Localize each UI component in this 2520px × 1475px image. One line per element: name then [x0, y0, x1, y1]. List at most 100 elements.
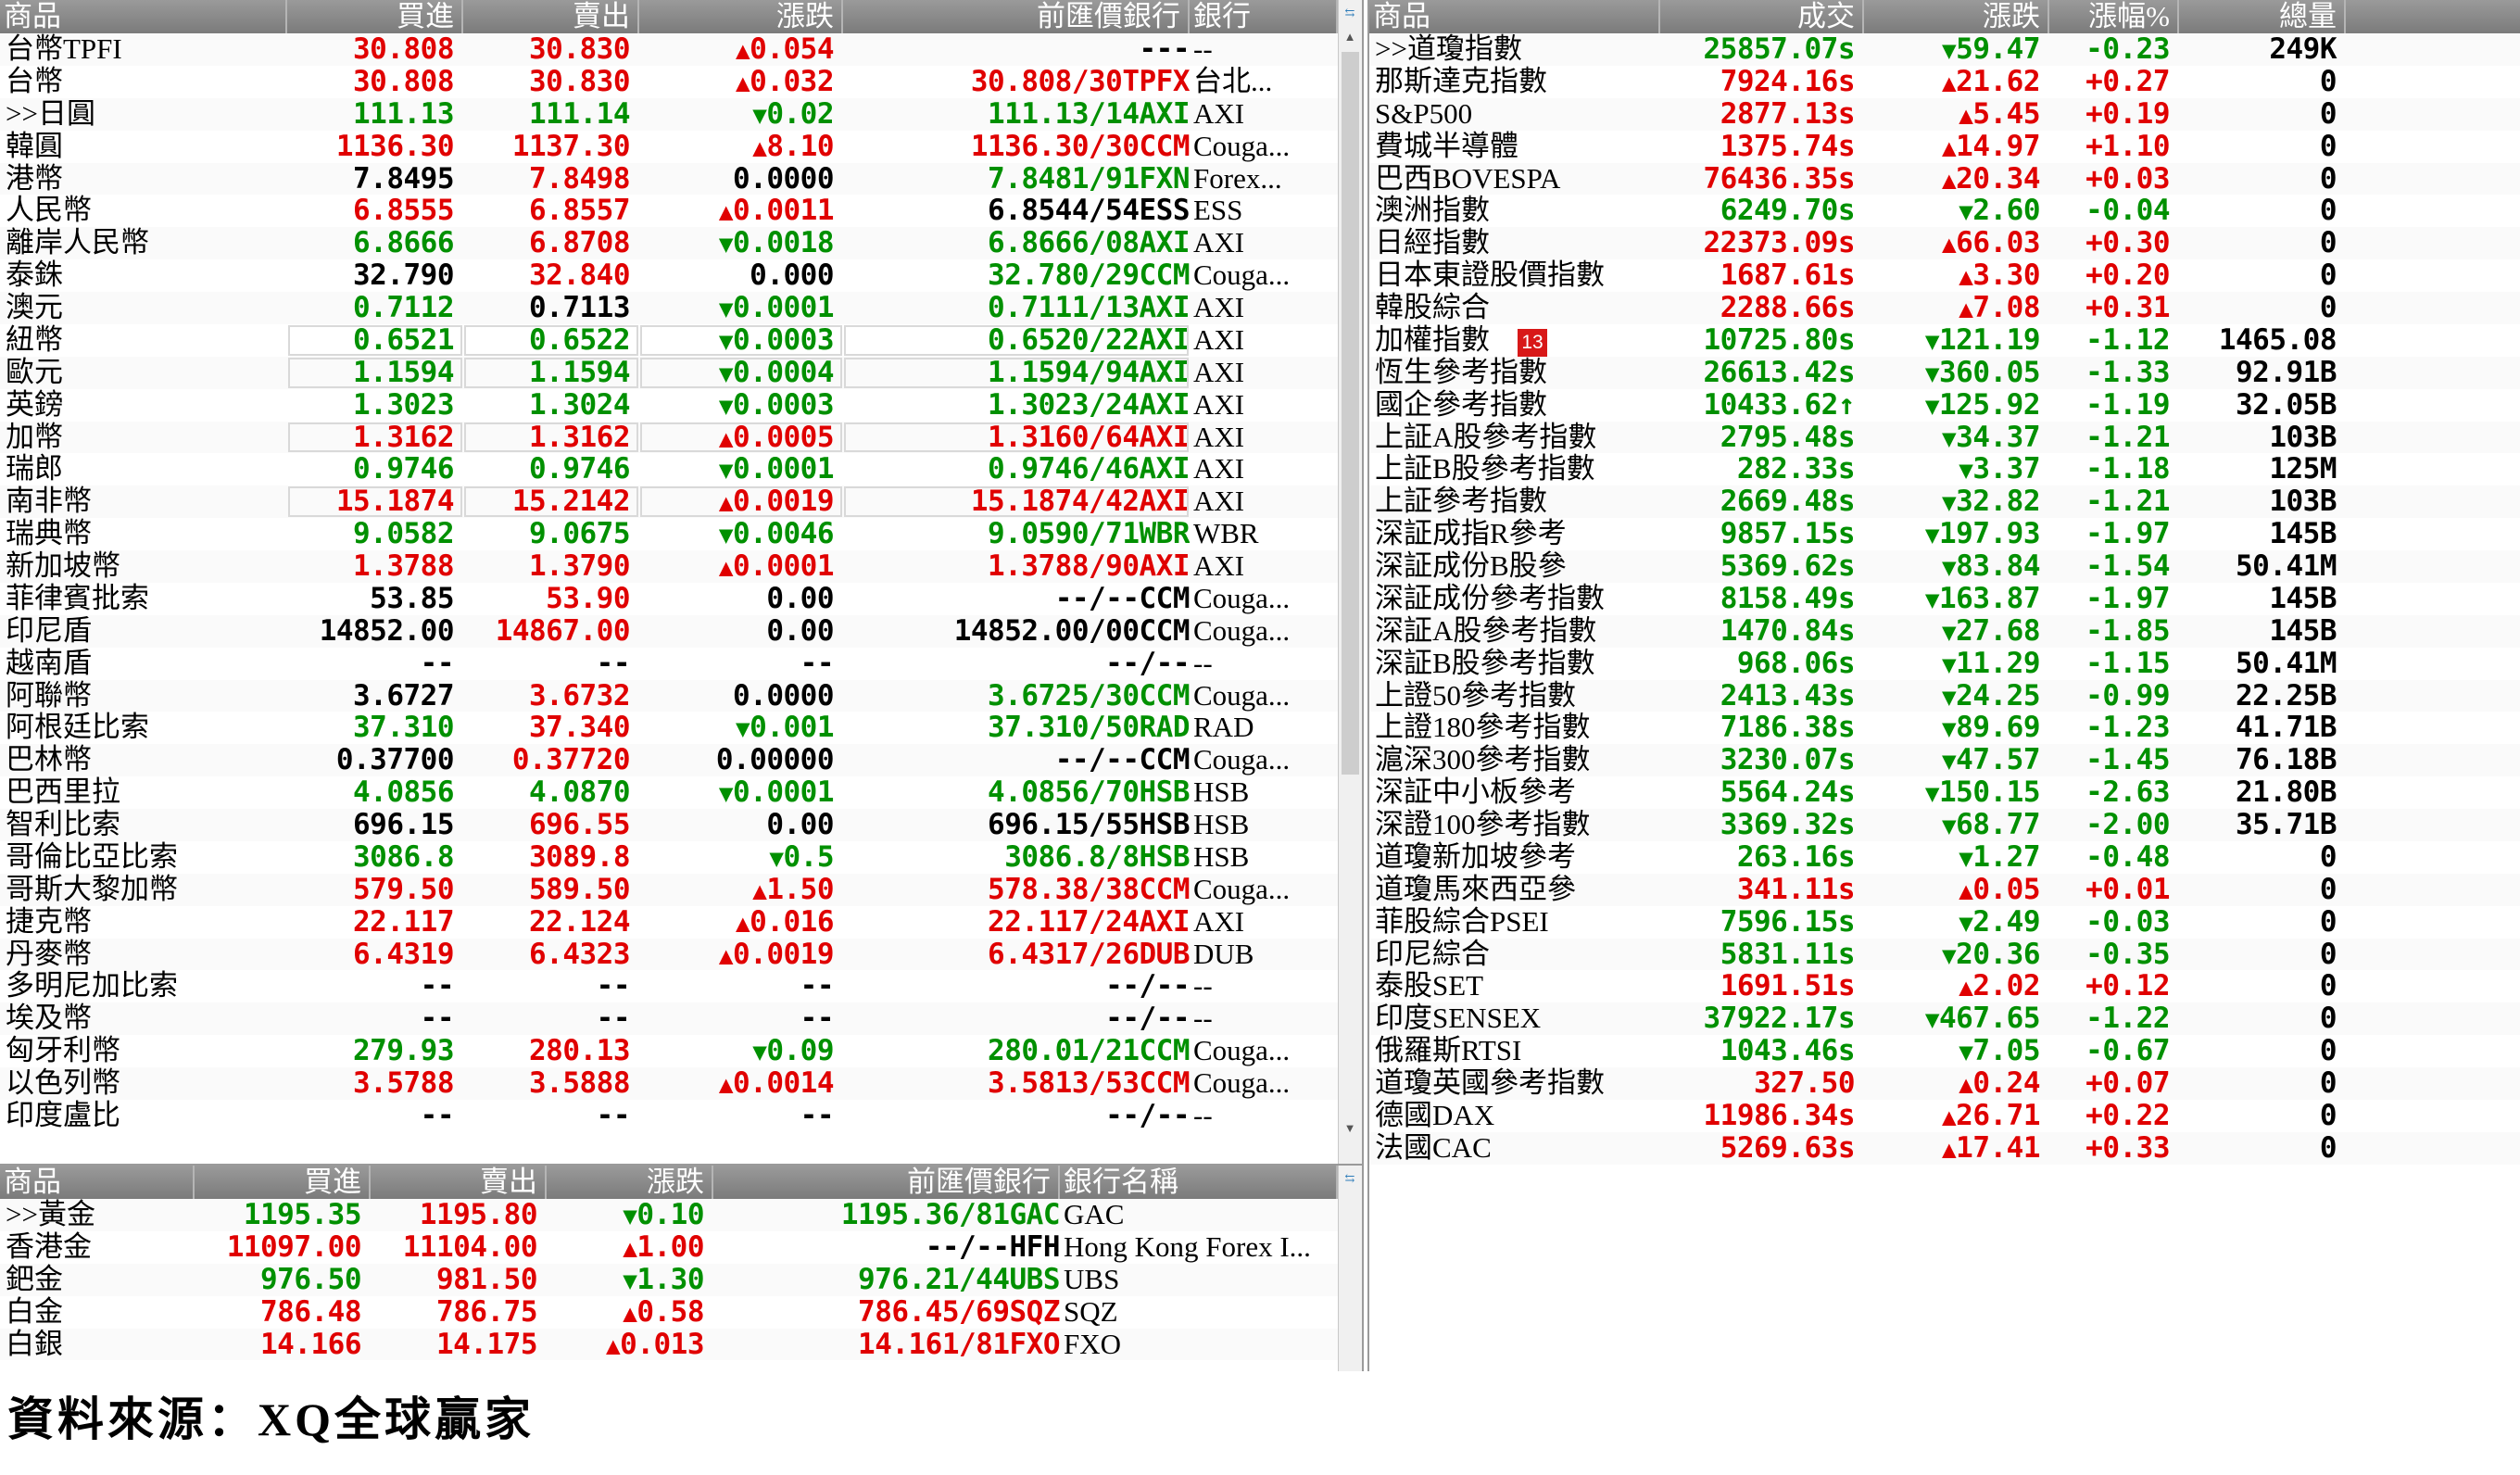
row-name[interactable]: 澳洲指數	[1369, 195, 1660, 227]
row-name[interactable]: 白金	[0, 1296, 195, 1329]
index-row[interactable]: 深証B股參考指數 968.06s ▼11.29 -1.15 50.41M	[1369, 648, 2520, 680]
row-name[interactable]: 白銀	[0, 1329, 195, 1361]
quote-row[interactable]: 以色列幣 3.5788 3.5888 ▲0.0014 3.5813/53CCM Couga…	[0, 1067, 1338, 1100]
quote-row[interactable]: 人民幣 6.8555 6.8557 ▲0.0011 6.8544/54ESS ESS	[0, 195, 1338, 227]
index-row[interactable]: 深証成指R參考 9857.15s ▼197.93 -1.97 145B	[1369, 518, 2520, 550]
scroll-up-icon[interactable]: ▲	[1341, 28, 1359, 46]
row-name[interactable]: >>道瓊指數	[1369, 33, 1660, 66]
index-row[interactable]: 澳洲指數 6249.70s ▼2.60 -0.04 0	[1369, 195, 2520, 227]
quote-row[interactable]: 港幣 7.8495 7.8498 0.0000 7.8481/91FXN Forex...	[0, 162, 1338, 195]
index-row[interactable]: 韓股綜合 2288.66s ▲7.08 +0.31 0	[1369, 292, 2520, 324]
row-name[interactable]: 南非幣	[0, 485, 287, 518]
row-name[interactable]: 巴西里拉	[0, 776, 287, 809]
row-name[interactable]: 日經指數	[1369, 227, 1660, 259]
index-row[interactable]: 加權指數 13 10725.80s ▼121.19 -1.12 1465.08	[1369, 324, 2520, 357]
metals-col-ask[interactable]: 賣出	[371, 1166, 547, 1199]
quote-row[interactable]: 阿根廷比索 37.310 37.340 ▼0.001 37.310/50RAD RAD	[0, 712, 1338, 744]
index-row[interactable]: 國企參考指數 10433.62↑ ▼125.92 -1.19 32.05B	[1369, 389, 2520, 422]
row-name[interactable]: 多明尼加比索	[0, 970, 287, 1002]
quote-row[interactable]: 埃及幣 -- -- -- --/-- --	[0, 1002, 1338, 1036]
row-name[interactable]: 日本東證股價指數	[1369, 259, 1660, 292]
row-name[interactable]: 台幣TPFI	[0, 33, 287, 66]
row-name[interactable]: 捷克幣	[0, 906, 287, 939]
index-row[interactable]: 印度SENSEX 37922.17s ▼467.65 -1.22 0	[1369, 1002, 2520, 1036]
index-row[interactable]: 上證180參考指數 7186.38s ▼89.69 -1.23 41.71B	[1369, 712, 2520, 744]
index-row[interactable]: 那斯達克指數 7924.16s ▲21.62 +0.27 0	[1369, 66, 2520, 98]
row-name[interactable]: 韓股綜合	[1369, 292, 1660, 324]
quote-row[interactable]: 白金 786.48 786.75 ▲0.58 786.45/69SQZ SQZ	[0, 1296, 1338, 1329]
row-name[interactable]: 印尼綜合	[1369, 939, 1660, 971]
quote-row[interactable]: 新加坡幣 1.3788 1.3790 ▲0.0001 1.3788/90AXI AXI	[0, 550, 1338, 583]
alert-badge[interactable]: 13	[1518, 328, 1547, 357]
index-row[interactable]: 深証A股參考指數 1470.84s ▼27.68 -1.85 145B	[1369, 614, 2520, 648]
index-row[interactable]: 滬深300參考指數 3230.07s ▼47.57 -1.45 76.18B	[1369, 744, 2520, 777]
row-name[interactable]: 印度盧比	[0, 1100, 287, 1132]
row-name[interactable]: 阿根廷比索	[0, 712, 287, 744]
row-name[interactable]: 上證180參考指數	[1369, 712, 1660, 744]
row-name[interactable]: 台幣	[0, 66, 287, 98]
metals-col-prev[interactable]: 前匯價銀行	[713, 1166, 1060, 1199]
quote-row[interactable]: >>黃金 1195.35 1195.80 ▼0.10 1195.36/81GAC GAC	[0, 1199, 1338, 1231]
fx-col-name[interactable]: 商品	[0, 0, 287, 33]
quote-row[interactable]: 韓圓 1136.30 1137.30 ▲8.10 1136.30/30CCM Couga.…	[0, 131, 1338, 163]
index-row[interactable]: 深証成份B股參 5369.62s ▼83.84 -1.54 50.41M	[1369, 550, 2520, 583]
row-name[interactable]: 俄羅斯RTSI	[1369, 1035, 1660, 1067]
row-name[interactable]: 深証A股參考指數	[1369, 615, 1660, 648]
row-name[interactable]: 恆生參考指數	[1369, 357, 1660, 389]
row-name[interactable]: 那斯達克指數	[1369, 66, 1660, 98]
metals-scrollbar[interactable]: ⇆	[1338, 1166, 1362, 1371]
quote-row[interactable]: 加幣 1.3162 1.3162 ▲0.0005 1.3160/64AXI AXI	[0, 421, 1338, 454]
row-name[interactable]: 越南盾	[0, 648, 287, 680]
scroll-down-icon[interactable]: ▼	[1341, 1119, 1359, 1138]
index-col-change[interactable]: 漲跌	[1864, 0, 2049, 33]
row-name[interactable]: >>黃金	[0, 1199, 195, 1231]
quote-row[interactable]: 菲律賓批索 53.85 53.90 0.00 --/--CCM Couga...	[0, 583, 1338, 615]
row-name[interactable]: 加幣	[0, 422, 287, 454]
fx-col-prev[interactable]: 前匯價銀行	[843, 0, 1190, 33]
index-row[interactable]: 上証參考指數 2669.48s ▼32.82 -1.21 103B	[1369, 485, 2520, 519]
row-name[interactable]: 阿聯幣	[0, 680, 287, 712]
quote-row[interactable]: 多明尼加比索 -- -- -- --/-- --	[0, 970, 1338, 1002]
metals-col-bid[interactable]: 買進	[195, 1166, 371, 1199]
quote-row[interactable]: 智利比索 696.15 696.55 0.00 696.15/55HSB HSB	[0, 809, 1338, 841]
row-name[interactable]: 上証B股參考指數	[1369, 453, 1660, 485]
row-name[interactable]: 新加坡幣	[0, 550, 287, 583]
quote-row[interactable]: 澳元 0.7112 0.7113 ▼0.0001 0.7111/13AXI AXI	[0, 292, 1338, 324]
metals-col-bank[interactable]: 銀行名稱	[1060, 1166, 1338, 1199]
metals-col-change[interactable]: 漲跌	[547, 1166, 713, 1199]
index-row[interactable]: 巴西BOVESPA 76436.35s ▲20.34 +0.03 0	[1369, 162, 2520, 195]
fx-scroll-thumb[interactable]	[1342, 52, 1359, 775]
index-row[interactable]: 深証成份參考指數 8158.49s ▼163.87 -1.97 145B	[1369, 583, 2520, 615]
row-name[interactable]: 德國DAX	[1369, 1100, 1660, 1132]
row-name[interactable]: 澳元	[0, 292, 287, 324]
quote-row[interactable]: 離岸人民幣 6.8666 6.8708 ▼0.0018 6.8666/08AXI AXI	[0, 227, 1338, 260]
row-name[interactable]: 丹麥幣	[0, 939, 287, 971]
row-name[interactable]: 離岸人民幣	[0, 227, 287, 259]
fx-col-change[interactable]: 漲跌	[639, 0, 843, 33]
index-row[interactable]: 上証A股參考指數 2795.48s ▼34.37 -1.21 103B	[1369, 421, 2520, 454]
row-name[interactable]: 深証B股參考指數	[1369, 648, 1660, 680]
quote-row[interactable]: 捷克幣 22.117 22.124 ▲0.016 22.117/24AXI AXI	[0, 906, 1338, 939]
quote-row[interactable]: 丹麥幣 6.4319 6.4323 ▲0.0019 6.4317/26DUB DUB	[0, 938, 1338, 971]
index-row[interactable]: 日經指數 22373.09s ▲66.03 +0.30 0	[1369, 227, 2520, 260]
index-row[interactable]: 日本東證股價指數 1687.61s ▲3.30 +0.20 0	[1369, 259, 2520, 292]
row-name[interactable]: 鈀金	[0, 1264, 195, 1296]
row-name[interactable]: 印度SENSEX	[1369, 1002, 1660, 1035]
row-name[interactable]: 深証成指R參考	[1369, 518, 1660, 550]
index-row[interactable]: 深證100參考指數 3369.32s ▼68.77 -2.00 35.71B	[1369, 809, 2520, 841]
quote-row[interactable]: 台幣 30.808 30.830 ▲0.032 30.808/30TPFX 台北...	[0, 66, 1338, 98]
row-name[interactable]: 印尼盾	[0, 615, 287, 648]
row-name[interactable]: 深證100參考指數	[1369, 809, 1660, 841]
quote-row[interactable]: 紐幣 0.6521 0.6522 ▼0.0003 0.6520/22AXI AXI	[0, 324, 1338, 357]
quote-row[interactable]: 白銀 14.166 14.175 ▲0.013 14.161/81FXO FXO	[0, 1328, 1338, 1361]
quote-row[interactable]: 巴西里拉 4.0856 4.0870 ▼0.0001 4.0856/70HSB HSB	[0, 776, 1338, 809]
row-name[interactable]: 哥斯大黎加幣	[0, 874, 287, 906]
index-row[interactable]: 道瓊英國參考指數 327.50 ▲0.24 +0.07 0	[1369, 1067, 2520, 1100]
row-name[interactable]: 以色列幣	[0, 1067, 287, 1100]
index-row[interactable]: 深証中小板參考 5564.24s ▼150.15 -2.63 21.80B	[1369, 776, 2520, 809]
row-name[interactable]: 深証成份參考指數	[1369, 583, 1660, 615]
index-row[interactable]: 泰股SET 1691.51s ▲2.02 +0.12 0	[1369, 970, 2520, 1002]
index-col-name[interactable]: 商品	[1369, 0, 1660, 33]
quote-row[interactable]: 越南盾 -- -- -- --/-- --	[0, 648, 1338, 680]
quote-row[interactable]: 台幣TPFI 30.808 30.830 ▲0.054 --- --	[0, 33, 1338, 66]
